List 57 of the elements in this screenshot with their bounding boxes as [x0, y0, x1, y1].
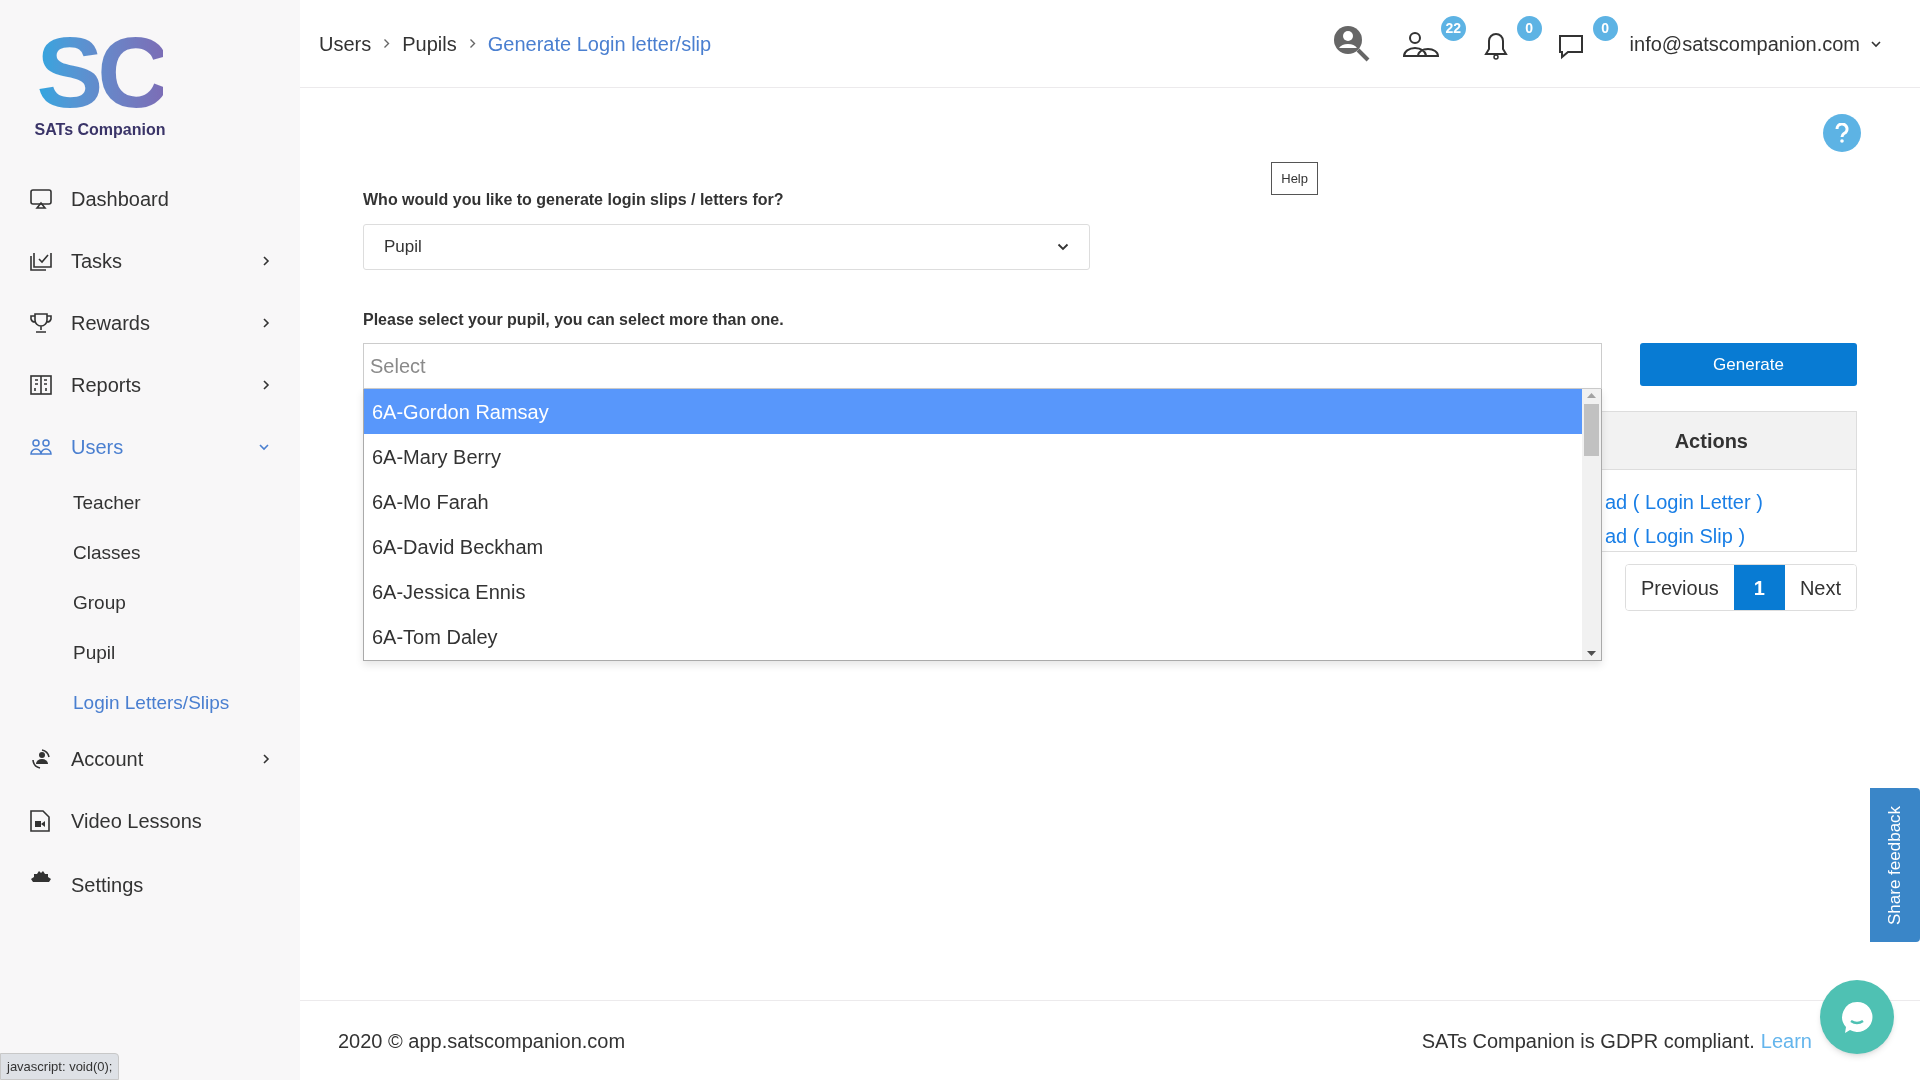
chevron-down-icon [1870, 39, 1882, 48]
submenu-item[interactable]: Classes [0, 528, 300, 578]
users-icon [30, 439, 52, 455]
copyright-text: 2020 © app.satscompanion.com [338, 1028, 626, 1054]
user-cycle-icon [30, 748, 52, 770]
submenu-item[interactable]: Group [0, 578, 300, 628]
chevron-right-icon [468, 38, 476, 49]
dropdown-option[interactable]: 6A-Tom Daley [364, 614, 1582, 659]
recipient-select[interactable]: Pupil [363, 224, 1090, 270]
breadcrumb-link[interactable]: Pupils [402, 28, 457, 59]
sidebar-item[interactable]: Users [0, 416, 300, 478]
report-book-icon [30, 375, 52, 395]
scrollbar[interactable] [1582, 389, 1601, 660]
column-header: Actions [1674, 428, 1748, 454]
chat-bubble-icon [1839, 999, 1875, 1035]
dropdown-option[interactable]: 6A-Mo Farah [364, 479, 1582, 524]
generate-button[interactable]: Generate [1640, 343, 1857, 386]
sidebar-item[interactable]: Rewards [0, 292, 300, 354]
user-search-icon[interactable] [1331, 23, 1372, 64]
count-badge: 0 [1516, 15, 1542, 41]
help-button[interactable]: Help [1271, 162, 1318, 195]
share-feedback-tab[interactable]: Share feedback [1870, 788, 1920, 942]
account-menu[interactable]: info@satscompanion.com [1629, 28, 1882, 59]
breadcrumb-link[interactable]: Users [319, 28, 372, 59]
submenu-item[interactable]: Teacher [0, 478, 300, 528]
dropdown-option[interactable]: 6A-David Beckham [364, 524, 1582, 569]
dropdown-option[interactable]: 6A-Mary Berry [364, 434, 1582, 479]
count-badge: 0 [1592, 15, 1618, 41]
scroll-down-icon[interactable] [1587, 651, 1596, 656]
checklist-icon [30, 251, 52, 271]
pagination-button[interactable]: 1 [1733, 565, 1785, 610]
scrollbar-thumb[interactable] [1584, 404, 1599, 456]
trophy-icon [30, 313, 52, 333]
sidebar-item[interactable]: Settings [0, 870, 300, 900]
breadcrumb-link[interactable]: Generate Login letter/slip [487, 28, 712, 59]
question-mark-icon [1835, 123, 1849, 143]
field-label: Please select your pupil, you can select more than one. [363, 310, 785, 330]
monitor-icon [30, 189, 52, 209]
download-link[interactable]: ad ( Login Letter ) [1605, 487, 1856, 517]
submenu-item[interactable]: Login Letters/Slips [0, 678, 300, 728]
sidebar-item[interactable]: Account [0, 728, 300, 790]
pupil-search-field[interactable]: Select [363, 343, 1602, 389]
chevron-right-icon [383, 38, 391, 49]
status-tooltip: javascript: void(0); [0, 1053, 120, 1080]
sidebar-item[interactable]: Video Lessons [0, 790, 300, 852]
field-label: Who would you like to generate login slips / letters for? [363, 190, 785, 210]
sidebar-item[interactable]: Tasks [0, 230, 300, 292]
sidebar-item[interactable]: Dashboard [0, 168, 300, 230]
count-badge: 22 [1440, 15, 1467, 41]
chevron-down-icon [1057, 243, 1069, 251]
dropdown-option[interactable]: 6A-Jessica Ennis [364, 569, 1582, 614]
download-link[interactable]: ad ( Login Slip ) [1605, 521, 1856, 551]
submenu-item[interactable]: Pupil [0, 628, 300, 678]
sidebar-item[interactable]: Reports [0, 354, 300, 416]
gdpr-text: SATs Companion is GDPR compliant. [1421, 1028, 1755, 1054]
logo-name: SATs Companion [34, 120, 166, 140]
video-file-icon [30, 810, 50, 832]
